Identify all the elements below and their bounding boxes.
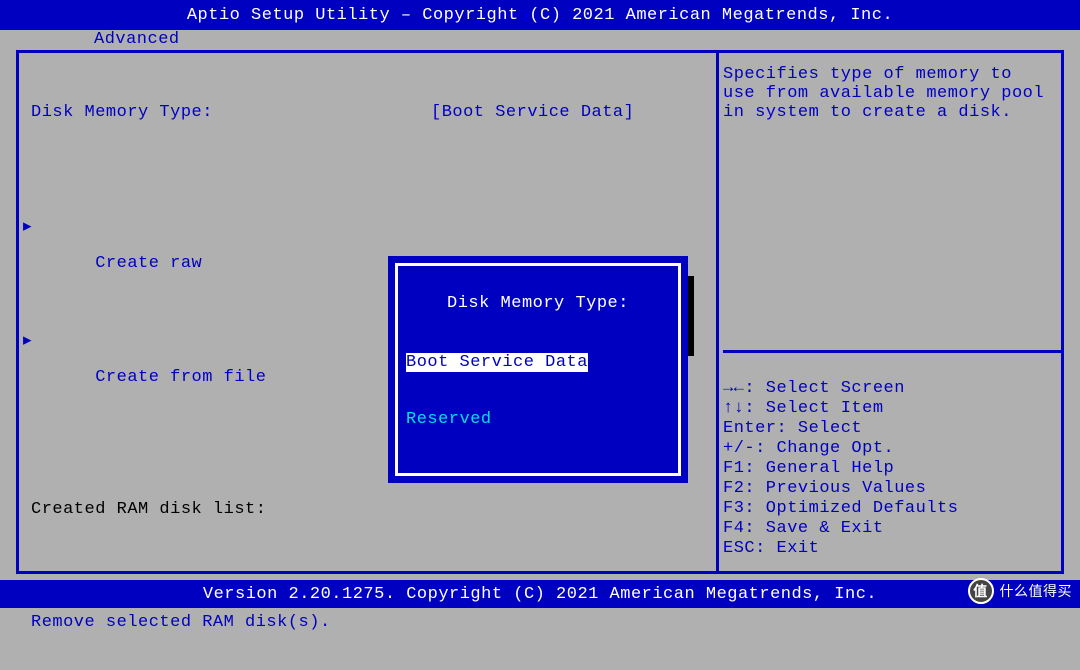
legend-f3: F3: Optimized Defaults (723, 499, 958, 518)
ram-disk-list-label: Created RAM disk list: (31, 500, 701, 519)
right-divider (723, 350, 1061, 353)
legend-change-opt: +/-: Change Opt. (723, 439, 894, 458)
popup-option-boot-service-data[interactable]: Boot Service Data (406, 353, 588, 372)
header-title: Aptio Setup Utility – Copyright (C) 2021… (187, 6, 893, 25)
menu-label: Create from file (95, 368, 266, 387)
popup-title: Disk Memory Type: (406, 294, 670, 313)
setting-value: [Boot Service Data] (431, 103, 634, 122)
legend-esc: ESC: Exit (723, 539, 819, 558)
legend-select-item: ↑↓: Select Item (723, 399, 884, 418)
menu-label: Create raw (95, 254, 202, 273)
legend-select-screen: →←: Select Screen (723, 379, 905, 398)
submenu-arrow-icon: ▸ (23, 216, 32, 237)
legend-f2: F2: Previous Values (723, 479, 926, 498)
footer-bar: Version 2.20.1275. Copyright (C) 2021 Am… (0, 580, 1080, 608)
watermark: 值 什么值得买 (968, 578, 1073, 604)
help-text: Specifies type of memory to use from ava… (723, 65, 1053, 122)
key-legend: →←: Select Screen ↑↓: Select Item Enter:… (723, 359, 1053, 579)
header-bar: Aptio Setup Utility – Copyright (C) 2021… (0, 0, 1080, 30)
tab-advanced[interactable]: Advanced (86, 30, 188, 49)
legend-f1: F1: General Help (723, 459, 894, 478)
watermark-badge-icon: 值 (968, 578, 994, 604)
legend-enter: Enter: Select (723, 419, 862, 438)
submenu-arrow-icon: ▸ (23, 330, 32, 351)
setting-disk-memory-type[interactable]: Disk Memory Type: [Boot Service Data] (31, 103, 701, 122)
setting-label: Disk Memory Type: (31, 103, 431, 122)
watermark-text: 什么值得买 (1000, 581, 1073, 601)
legend-f4: F4: Save & Exit (723, 519, 884, 538)
popup-disk-memory-type: Disk Memory Type: Boot Service Data Rese… (388, 256, 688, 483)
popup-option-reserved[interactable]: Reserved (406, 410, 670, 429)
tab-row: Advanced (86, 30, 188, 49)
footer-text: Version 2.20.1275. Copyright (C) 2021 Am… (203, 585, 877, 604)
menu-remove-ram-disks[interactable]: Remove selected RAM disk(s). (31, 613, 701, 632)
vertical-divider (716, 50, 719, 574)
